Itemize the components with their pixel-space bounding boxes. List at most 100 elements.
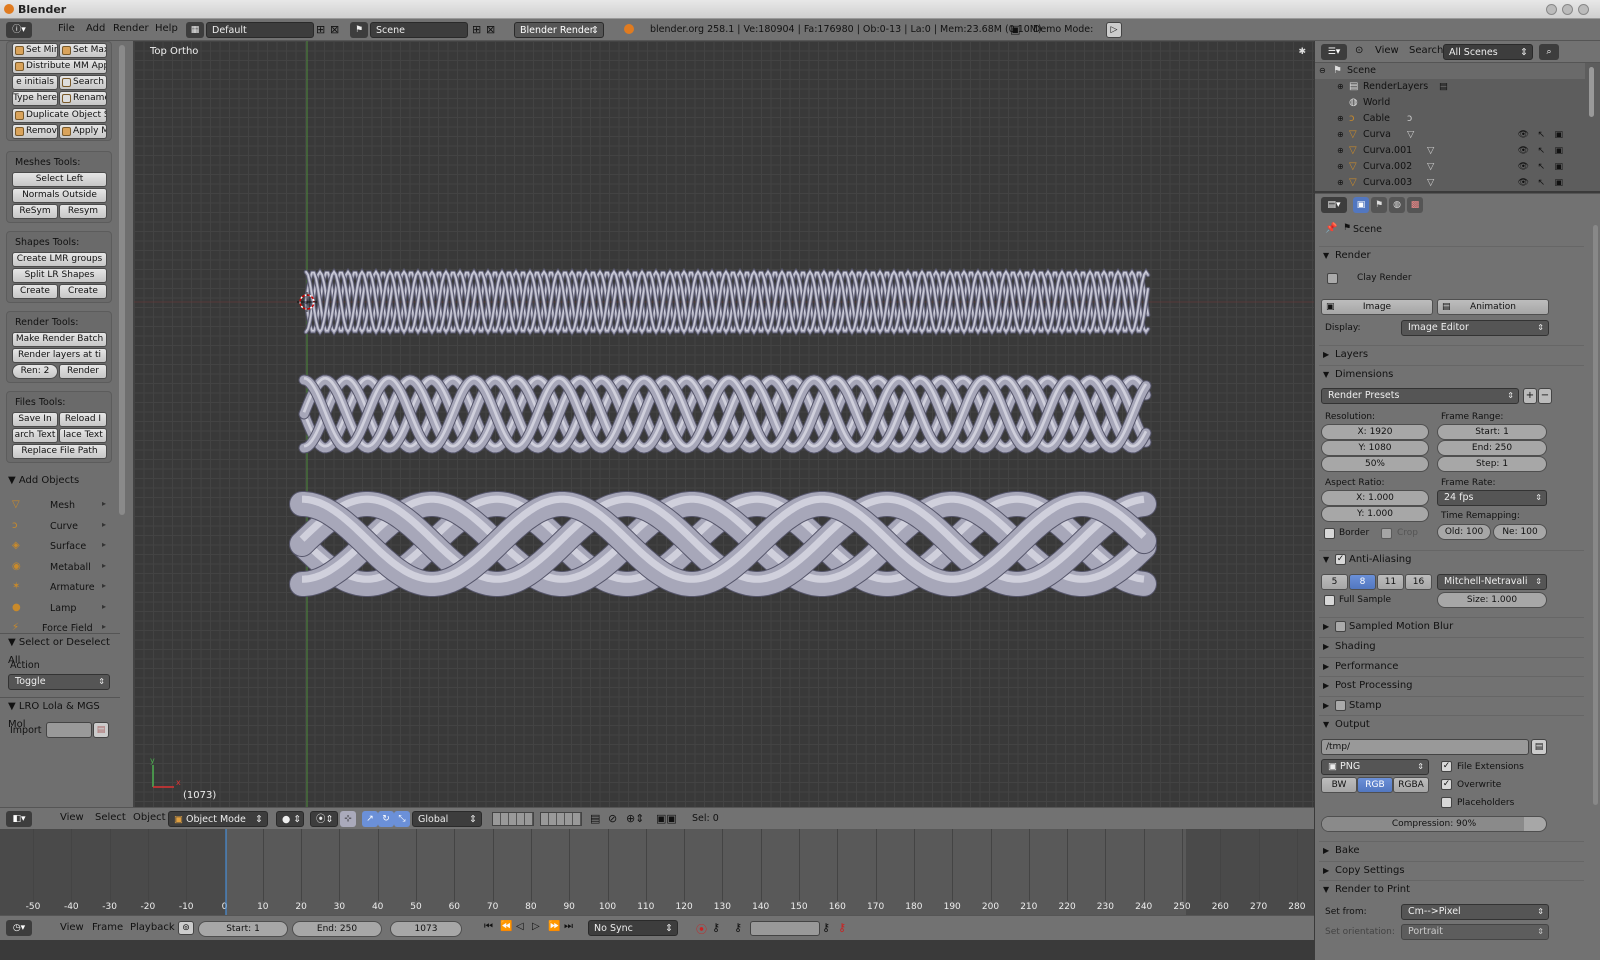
type-here-field[interactable]: Type here [12, 91, 58, 106]
collapse-menus-icon[interactable]: ⊙ [1355, 45, 1363, 56]
scale-icon[interactable]: ⤡ [394, 811, 410, 827]
replace-text-button[interactable]: lace Text [59, 428, 107, 443]
layers-panel-header[interactable]: ▶ Layers [1319, 345, 1584, 363]
outliner-menu-view[interactable]: View [1375, 45, 1399, 56]
render-preview-icon[interactable]: ▣▣ [656, 812, 677, 825]
sync-mode-select[interactable]: No Sync ⇕ [588, 920, 678, 936]
resolution-y-field[interactable]: Y: 1080 [1321, 440, 1429, 456]
bake-panel-header[interactable]: ▶ Bake [1319, 841, 1584, 859]
manipulator-icon[interactable]: ⊹ [340, 811, 356, 827]
compression-slider[interactable]: Compression: 90% [1321, 816, 1547, 832]
keying-set-icon[interactable]: ⚷ [734, 921, 742, 934]
orientation-select[interactable]: Global ⇕ [412, 811, 482, 827]
add-screen-icon[interactable]: ⊞ [316, 23, 325, 36]
scene-field[interactable]: Scene [370, 22, 468, 38]
add-lamp-item[interactable]: ● Lamp ▸ [10, 600, 110, 618]
outliner-search-icon[interactable]: ⌕ [1539, 44, 1559, 60]
anti-aliasing-checkbox[interactable]: ✓ [1335, 554, 1346, 565]
color-mode-rgba[interactable]: RGBA [1393, 777, 1429, 793]
menu-help[interactable]: Help [155, 23, 178, 34]
outliner-scrollbar[interactable] [1589, 67, 1594, 117]
start-frame-field[interactable]: Start: 1 [198, 921, 288, 937]
render-to-print-panel-header[interactable]: ▼ Render to Print [1319, 880, 1584, 898]
color-mode-rgb[interactable]: RGB [1357, 777, 1393, 793]
color-mode-bw[interactable]: BW [1321, 777, 1357, 793]
frame-rate-dropdown[interactable]: 24 fps ⇕ [1437, 490, 1547, 506]
timeline-menu-view[interactable]: View [60, 922, 84, 933]
scene-tab-icon[interactable]: ⚑ [1371, 197, 1387, 213]
output-folder-icon[interactable]: ▤ [1531, 739, 1547, 755]
resolution-x-field[interactable]: X: 1920 [1321, 424, 1429, 440]
timeline-editor-type-icon[interactable]: ◷▾ [6, 920, 32, 936]
create-right-button[interactable]: Create [59, 284, 107, 299]
lro-panel-header[interactable]: ▼ LRO Lola & MGS Mol [0, 697, 120, 730]
shading-panel-header[interactable]: ▶ Shading [1319, 637, 1584, 655]
aa-samples-8[interactable]: 8 [1349, 574, 1376, 590]
selectable-cursor-icon[interactable]: ↖ [1537, 175, 1545, 191]
prev-keyframe-icon[interactable]: ⏪ [500, 921, 512, 932]
keying-set-field[interactable] [750, 921, 820, 936]
insert-keyframe-icon[interactable]: ⚷ [822, 921, 830, 934]
info-editor-type-icon[interactable]: ⓘ▾ [6, 22, 32, 38]
render-layers-button[interactable]: Render layers at ti [12, 348, 107, 363]
keying-icon[interactable]: ⚷ [712, 921, 720, 934]
visibility-eye-icon[interactable]: 👁 [1518, 175, 1529, 191]
menu-select[interactable]: Select [95, 812, 126, 823]
outliner-menu-search[interactable]: Search [1409, 45, 1443, 56]
outliner-editor-type-icon[interactable]: ☰▾ [1321, 44, 1347, 60]
remove-preset-button[interactable]: − [1538, 388, 1552, 404]
mode-select[interactable]: ▣ Object Mode ⇕ [168, 811, 268, 827]
renderable-camera-icon[interactable]: ▣ [1554, 159, 1563, 175]
renderable-camera-icon[interactable]: ▣ [1554, 143, 1563, 159]
selectable-cursor-icon[interactable]: ↖ [1537, 143, 1545, 159]
frame-start-field[interactable]: Start: 1 [1437, 424, 1547, 440]
file-extensions-checkbox[interactable]: ✓ [1441, 761, 1452, 772]
outliner-row-world[interactable]: ◍ World [1315, 95, 1585, 111]
resym-right-button[interactable]: Resym [59, 204, 107, 219]
play-demo-button[interactable]: ▷ [1106, 22, 1122, 38]
split-lr-shapes-button[interactable]: Split LR Shapes [12, 268, 107, 283]
timeline-playhead[interactable] [225, 829, 227, 915]
viewport-options-icon[interactable]: ✱ [1298, 47, 1306, 57]
remove-button[interactable]: Remov [12, 124, 58, 139]
render-animation-button[interactable]: ▤ Animation [1437, 299, 1549, 315]
outliner-row-curva-003[interactable]: ⊕ ▽ Curva.003 ▽ 👁 ↖ ▣ [1315, 175, 1585, 191]
normals-outside-button[interactable]: Normals Outside [12, 188, 107, 203]
menu-file[interactable]: File [58, 23, 75, 34]
aspect-y-field[interactable]: Y: 1.000 [1321, 506, 1429, 522]
visibility-eye-icon[interactable]: 👁 [1518, 127, 1529, 143]
import-path-input[interactable] [46, 722, 92, 738]
add-surface-item[interactable]: ◈ Surface ▸ [10, 538, 110, 556]
replace-file-path-button[interactable]: Replace File Path [12, 444, 107, 459]
maximize-button[interactable] [1562, 4, 1573, 15]
jump-start-icon[interactable]: ⏮ [484, 921, 493, 932]
screen-layout-field[interactable]: Default [206, 22, 314, 38]
outliner-row-curva[interactable]: ⊕ ▽ Curva ▽ 👁 ↖ ▣ [1315, 127, 1585, 143]
frame-step-field[interactable]: Step: 1 [1437, 456, 1547, 472]
duplicate-object-button[interactable]: Duplicate Object Sy [12, 108, 107, 123]
play-reverse-icon[interactable]: ◁ [516, 921, 524, 932]
preview-range-icon[interactable]: ⊚ [178, 921, 194, 935]
menu-add[interactable]: Add [86, 23, 105, 34]
border-checkbox[interactable] [1324, 528, 1335, 539]
create-lmr-groups-button[interactable]: Create LMR groups [12, 252, 107, 267]
add-scene-icon[interactable]: ⊞ [472, 23, 481, 36]
rename-button[interactable]: Rename [59, 91, 107, 106]
render-panel-header[interactable]: ▼ Render [1319, 246, 1584, 264]
texture-tab-icon[interactable]: ▩ [1407, 197, 1423, 213]
overwrite-checkbox[interactable]: ✓ [1441, 779, 1452, 790]
save-in-button[interactable]: Save In [12, 412, 58, 427]
add-armature-item[interactable]: ✶ Armature ▸ [10, 579, 110, 597]
render-image-button[interactable]: ▣ Image [1321, 299, 1433, 315]
motion-blur-checkbox[interactable] [1335, 621, 1346, 632]
aspect-x-field[interactable]: X: 1.000 [1321, 490, 1429, 506]
viewport-shading-select[interactable]: ● ⇕ [276, 811, 304, 827]
layers-grid-right[interactable] [540, 812, 582, 826]
resym-left-button[interactable]: ReSym [12, 204, 58, 219]
orientation-dropdown[interactable]: Portrait ⇕ [1401, 924, 1549, 940]
full-sample-checkbox[interactable] [1324, 595, 1335, 606]
initials-field[interactable]: e initials [12, 75, 58, 90]
menu-object[interactable]: Object [133, 812, 166, 823]
select-deselect-panel-header[interactable]: ▼ Select or Deselect All [0, 633, 120, 666]
render-engine-select[interactable]: Blender Render ⇕ [514, 22, 604, 38]
